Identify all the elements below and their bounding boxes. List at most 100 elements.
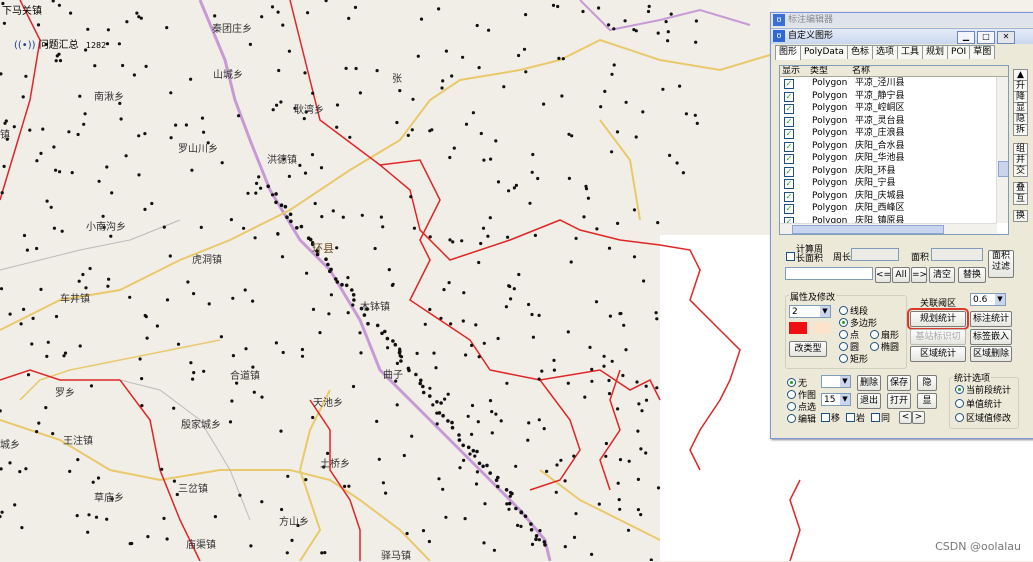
- region-mark-button[interactable]: 基站标识切: [910, 329, 966, 345]
- poi-marker[interactable]: [306, 11, 310, 15]
- poi-marker[interactable]: [52, 145, 56, 149]
- poi-marker[interactable]: [243, 288, 247, 292]
- poi-marker[interactable]: [320, 551, 324, 555]
- poi-marker[interactable]: [447, 281, 451, 285]
- poi-marker[interactable]: [93, 64, 97, 68]
- poi-marker[interactable]: [81, 272, 85, 277]
- poi-marker[interactable]: [45, 199, 49, 203]
- poi-marker[interactable]: [533, 233, 538, 237]
- poi-marker[interactable]: [621, 373, 625, 378]
- poi-marker[interactable]: [354, 66, 358, 71]
- poi-marker[interactable]: [320, 215, 324, 219]
- poi-marker[interactable]: [435, 422, 439, 426]
- poi-marker[interactable]: [340, 282, 344, 287]
- poi-marker[interactable]: [82, 122, 86, 126]
- poi-marker[interactable]: [377, 457, 381, 461]
- poi-marker[interactable]: [145, 336, 149, 340]
- poi-marker[interactable]: [640, 409, 644, 413]
- show-button[interactable]: 显: [917, 393, 937, 409]
- poi-marker[interactable]: [335, 103, 340, 107]
- poi-marker[interactable]: [695, 121, 699, 125]
- poi-marker[interactable]: [504, 305, 508, 309]
- poi-marker[interactable]: [610, 72, 614, 76]
- shape-radio-circle[interactable]: [839, 342, 848, 351]
- poi-marker[interactable]: [441, 79, 445, 83]
- poi-marker[interactable]: [39, 287, 43, 291]
- poi-marker[interactable]: [644, 451, 648, 455]
- poi-marker[interactable]: [26, 373, 31, 377]
- poi-marker[interactable]: [39, 151, 43, 155]
- poi-marker[interactable]: [106, 28, 110, 32]
- poi-marker[interactable]: [574, 236, 578, 240]
- list-item[interactable]: ✓ Polygon 庆阳_西峰区: [780, 202, 1008, 214]
- list-hscrollbar[interactable]: [780, 223, 997, 234]
- poi-marker[interactable]: [84, 286, 88, 290]
- poi-marker[interactable]: [602, 364, 606, 368]
- stat-radio-area-edit[interactable]: [955, 413, 964, 422]
- poi-marker[interactable]: [488, 471, 493, 475]
- poi-marker[interactable]: [555, 463, 559, 467]
- poi-marker[interactable]: [160, 467, 164, 471]
- poi-marker[interactable]: [285, 215, 289, 219]
- poi-marker[interactable]: [545, 469, 549, 473]
- poi-marker[interactable]: [168, 254, 172, 258]
- shape-list[interactable]: 显示 类型 名称 ✓ Polygon 平凉_泾川县 ✓ Polygon 平凉_静宁县 ✓ Po…: [779, 65, 1009, 235]
- poi-marker[interactable]: [28, 128, 32, 132]
- poi-marker[interactable]: [471, 448, 476, 453]
- poi-marker[interactable]: [289, 219, 293, 224]
- poi-marker[interactable]: [351, 384, 356, 389]
- poi-marker[interactable]: [348, 135, 352, 139]
- poi-marker[interactable]: [238, 493, 242, 497]
- poi-marker[interactable]: [162, 225, 166, 229]
- poi-marker[interactable]: [246, 191, 250, 195]
- threshold-select[interactable]: 0.6 ▼: [970, 293, 1006, 306]
- poi-marker[interactable]: [590, 367, 594, 371]
- poi-marker[interactable]: [228, 420, 233, 424]
- poi-marker[interactable]: [449, 322, 453, 326]
- poi-marker[interactable]: [557, 56, 561, 61]
- poi-marker[interactable]: [569, 260, 573, 264]
- poi-marker[interactable]: [527, 302, 531, 307]
- list-item[interactable]: ✓ Polygon 庆阳_环县: [780, 165, 1008, 177]
- poi-marker[interactable]: [402, 453, 406, 458]
- poi-marker[interactable]: [138, 357, 142, 361]
- poi-marker[interactable]: [248, 42, 252, 47]
- poi-marker[interactable]: [460, 239, 464, 243]
- fill-color-swatch-2[interactable]: [813, 322, 831, 334]
- region-stats-button[interactable]: 规划统计: [907, 308, 969, 330]
- poi-marker[interactable]: [519, 510, 524, 514]
- poi-marker[interactable]: [344, 283, 349, 288]
- poi-marker[interactable]: [430, 128, 434, 132]
- poi-marker[interactable]: [512, 186, 517, 190]
- list-item[interactable]: ✓ Polygon 庆阳_宁县: [780, 177, 1008, 189]
- poi-marker[interactable]: [220, 161, 224, 165]
- poi-marker[interactable]: [530, 542, 535, 547]
- poi-marker[interactable]: [476, 420, 480, 424]
- poi-marker[interactable]: [437, 7, 441, 11]
- poi-marker[interactable]: [612, 27, 616, 31]
- label-editor-titlebar[interactable]: ʊ 标注编辑器: [771, 13, 1033, 27]
- hide-button[interactable]: 隐: [917, 375, 937, 391]
- poi-marker[interactable]: [300, 347, 304, 352]
- poi-marker[interactable]: [462, 458, 466, 462]
- poi-marker[interactable]: [644, 398, 649, 402]
- poi-marker[interactable]: [561, 57, 565, 61]
- poi-marker[interactable]: [416, 54, 420, 58]
- poi-marker[interactable]: [143, 132, 147, 136]
- poi-marker[interactable]: [279, 100, 283, 104]
- poi-marker[interactable]: [303, 171, 308, 175]
- prev-button[interactable]: <: [899, 411, 912, 424]
- tab-planning[interactable]: 规划: [922, 45, 949, 59]
- poi-marker[interactable]: [213, 515, 217, 519]
- less-equal-button[interactable]: <=: [875, 267, 891, 283]
- poi-marker[interactable]: [304, 478, 308, 482]
- poi-marker[interactable]: [477, 461, 482, 466]
- poi-marker[interactable]: [444, 49, 448, 53]
- poi-marker[interactable]: [283, 204, 288, 209]
- list-item[interactable]: ✓ Polygon 平凉_崆峒区: [780, 102, 1008, 114]
- poi-marker[interactable]: [137, 134, 141, 138]
- poi-marker[interactable]: [475, 23, 479, 28]
- poi-marker[interactable]: [406, 133, 410, 137]
- mode-radio-select[interactable]: [787, 402, 796, 411]
- poi-marker[interactable]: [274, 341, 278, 345]
